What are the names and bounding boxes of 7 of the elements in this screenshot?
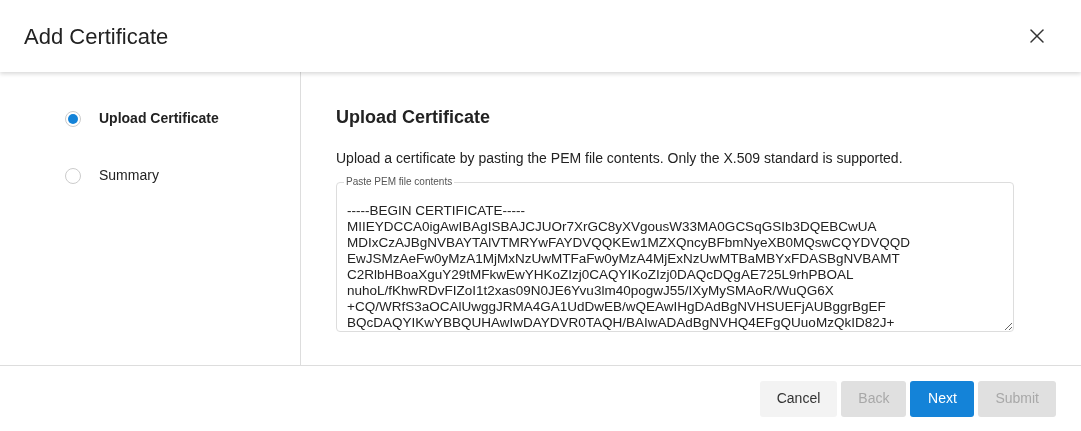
dialog-title: Add Certificate bbox=[24, 22, 169, 51]
step-label[interactable]: Summary bbox=[99, 165, 159, 186]
section-heading: Upload Certificate bbox=[336, 106, 492, 129]
step-label[interactable]: Upload Certificate bbox=[99, 108, 219, 129]
section-description: Upload a certificate by pasting the PEM file contents. Only the X.509 standard is supported. bbox=[336, 149, 904, 168]
dialog-button[interactable]: Cancel bbox=[759, 380, 838, 417]
dialog-button[interactable]: Next bbox=[910, 380, 975, 417]
